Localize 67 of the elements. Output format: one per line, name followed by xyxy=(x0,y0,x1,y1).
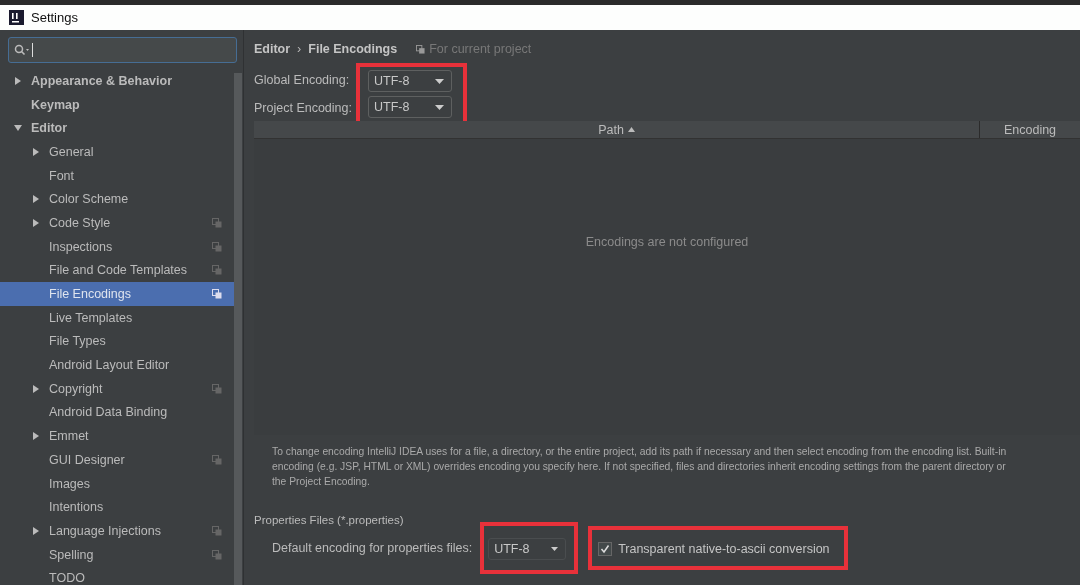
tree-item[interactable]: General xyxy=(0,140,234,164)
copy-icon xyxy=(212,383,222,394)
collapsed-arrow-icon xyxy=(14,76,22,85)
encoding-dropdown[interactable]: UTF-8 xyxy=(368,70,452,92)
encoding-dropdown[interactable]: UTF-8 xyxy=(368,96,452,118)
tree-item[interactable]: Inspections xyxy=(0,234,234,259)
tree-item[interactable]: TODO xyxy=(0,566,234,585)
tree-item[interactable]: GUI Designer xyxy=(0,448,234,472)
expanded-arrow-icon xyxy=(14,124,22,133)
collapsed-arrow-icon xyxy=(32,432,40,441)
column-header[interactable]: Encoding xyxy=(980,121,1080,138)
tree-item[interactable]: Keymap xyxy=(0,92,234,117)
tree-item[interactable]: Spelling xyxy=(0,542,234,567)
tree-item[interactable]: Code Style xyxy=(0,211,234,235)
copy-icon xyxy=(212,289,222,300)
column-header[interactable]: Path xyxy=(254,121,980,138)
tree-item[interactable]: Images xyxy=(0,471,234,496)
tree-item[interactable]: Android Layout Editor xyxy=(0,353,234,377)
copy-icon xyxy=(212,265,222,276)
copy-icon xyxy=(212,549,222,560)
app-logo-icon xyxy=(9,10,24,25)
info-text: the Project Encoding. xyxy=(272,475,371,489)
encoding-dropdown[interactable]: UTF-8 xyxy=(488,538,567,560)
breadcrumb-item: Editor xyxy=(254,42,291,56)
field-label: Default encoding for properties files: xyxy=(272,541,473,555)
collapsed-arrow-icon xyxy=(32,218,40,227)
tree-item[interactable]: Intentions xyxy=(0,495,234,520)
collapsed-arrow-icon xyxy=(32,384,40,393)
info-text: To change encoding IntelliJ IDEA uses for a file, a directory, or the entire project, add its path if necessary and then select encoding from the encoding list. Built-in xyxy=(272,445,1008,459)
tree-item[interactable]: Language Injections xyxy=(0,519,234,543)
scrollbar[interactable] xyxy=(234,73,242,585)
sort-ascending-icon xyxy=(627,127,635,132)
dropdown-arrow-icon xyxy=(551,547,559,551)
copy-icon xyxy=(212,241,222,252)
section-heading: Properties Files (*.properties) xyxy=(254,514,405,526)
dropdown-arrow-icon xyxy=(435,78,444,84)
dropdown-arrow-icon xyxy=(435,104,444,110)
tree-item[interactable]: Copyright xyxy=(0,376,234,401)
tree-item[interactable]: Live Templates xyxy=(0,305,234,330)
tree-item[interactable]: Editor xyxy=(0,116,234,141)
breadcrumb-item: File Encodings xyxy=(308,42,398,56)
tree-item[interactable]: Emmet xyxy=(0,424,234,448)
collapsed-arrow-icon xyxy=(32,526,40,535)
tree-item[interactable]: Appearance & Behavior xyxy=(0,69,234,93)
tree-item[interactable]: Font xyxy=(0,163,234,188)
tree-item[interactable]: File and Code Templates xyxy=(0,258,234,283)
info-text: encoding (e.g. JSP, HTML or XML) overrides encoding you specify here. If not specified, files and directories inherit encoding settings from the parent directory or xyxy=(272,460,1007,474)
tree-item[interactable]: File Types xyxy=(0,329,234,354)
empty-table-message: Encodings are not configured xyxy=(585,235,749,251)
breadcrumb-separator: › xyxy=(297,42,302,56)
field-label: Project Encoding: xyxy=(254,99,352,117)
collapsed-arrow-icon xyxy=(32,147,40,156)
copy-icon xyxy=(416,44,426,54)
tree-item[interactable]: File Encodings xyxy=(0,282,234,306)
checkmark-icon xyxy=(600,544,611,554)
tree-item[interactable]: Color Scheme xyxy=(0,187,234,212)
scope-label: For current project xyxy=(429,42,532,56)
copy-icon xyxy=(212,454,222,465)
copy-icon xyxy=(212,217,222,228)
window-title: Settings xyxy=(31,10,78,25)
search-field[interactable] xyxy=(8,37,237,63)
copy-icon xyxy=(212,525,222,536)
field-label: Global Encoding: xyxy=(254,71,351,89)
search-icon xyxy=(14,44,30,56)
checkbox[interactable]: Transparent native-to-ascii conversion xyxy=(598,542,830,556)
tree-item[interactable]: Android Data Binding xyxy=(0,400,234,425)
collapsed-arrow-icon xyxy=(32,195,40,204)
